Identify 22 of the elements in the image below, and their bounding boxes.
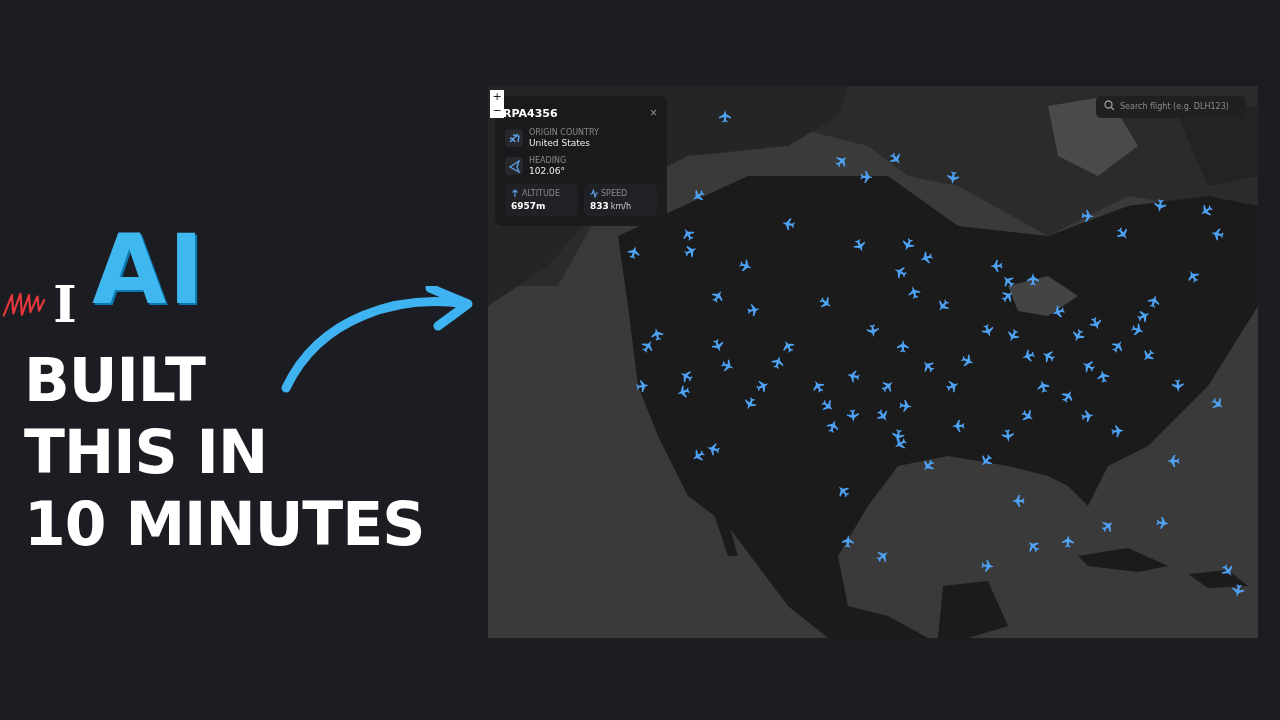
search-icon <box>1104 100 1115 111</box>
stat-value: 833 <box>590 201 609 211</box>
logo-word: AI <box>92 226 206 314</box>
stat-unit: km/h <box>610 202 631 211</box>
up-arrow-icon <box>511 189 519 198</box>
stat-label: ALTITUDE <box>522 189 561 198</box>
close-button[interactable]: × <box>650 106 657 120</box>
logo-letter: I <box>52 280 78 330</box>
zoom-button[interactable]: + <box>490 90 504 104</box>
field-value: 102.06° <box>529 166 566 176</box>
headline-text: THIS IN <box>24 416 269 488</box>
stat-value: 6957m <box>511 201 546 211</box>
field-label: ORIGIN COUNTRY <box>529 128 599 137</box>
flight-callsign: RPA4356 <box>503 106 558 120</box>
zoom-button[interactable]: − <box>490 104 504 118</box>
search-field[interactable]: Search flight (e.g. DLH123) <box>1096 95 1246 118</box>
field-value: United States <box>529 138 591 148</box>
field-label: HEADING <box>529 156 567 165</box>
pulse-icon <box>590 189 598 198</box>
stat-label: SPEED <box>601 189 628 198</box>
headline-text: 10 MINUTES <box>24 488 426 560</box>
headline-text: BUILT <box>24 344 207 416</box>
